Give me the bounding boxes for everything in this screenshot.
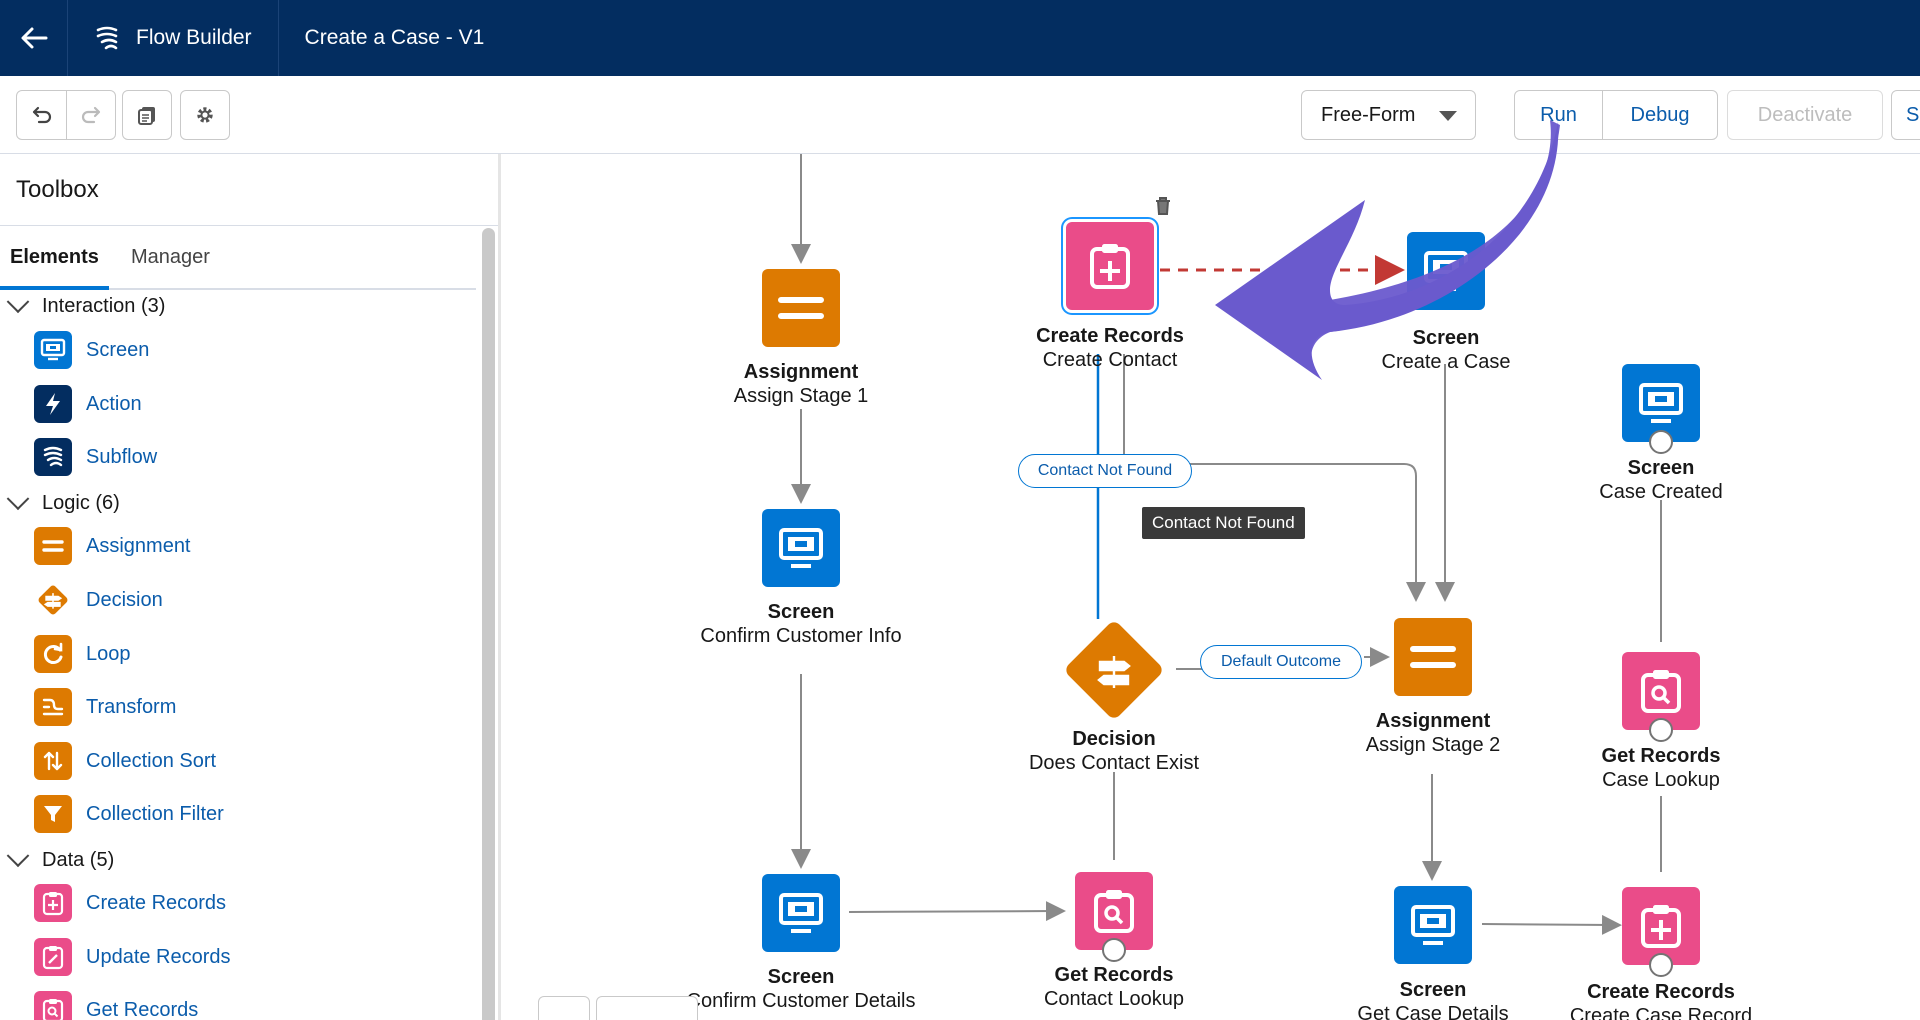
annotation-arrow-icon [1215,120,1560,380]
